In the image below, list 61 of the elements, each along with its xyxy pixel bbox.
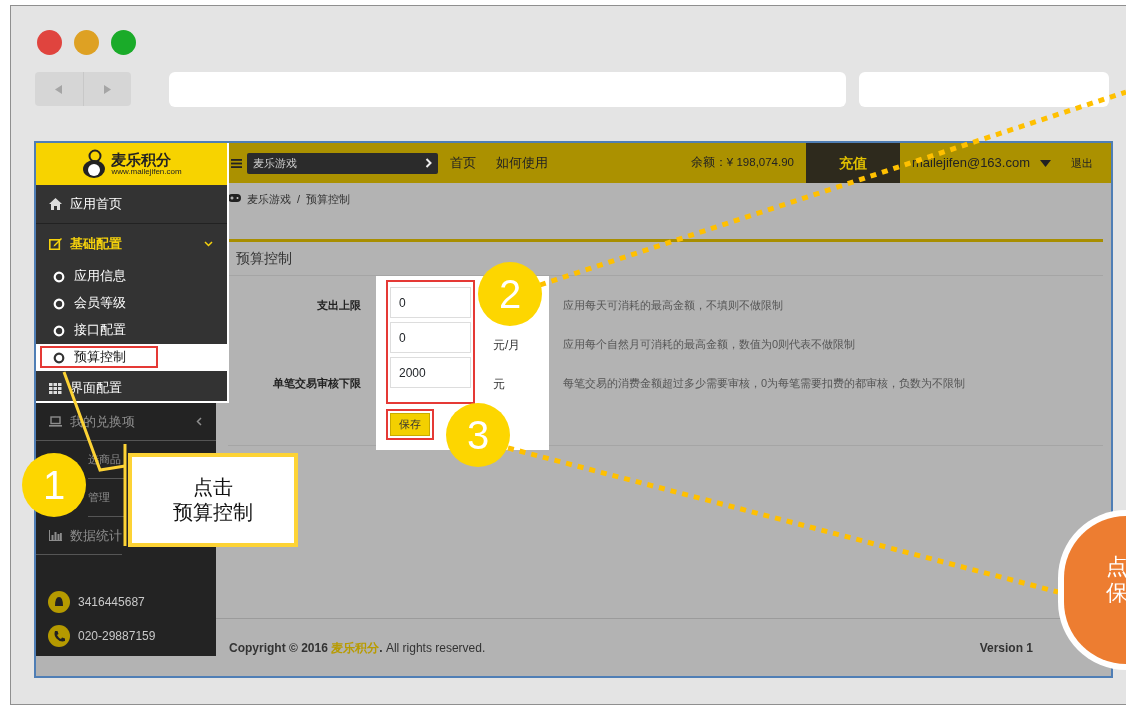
- sidebar-subitem[interactable]: 接口配置: [36, 317, 227, 344]
- field-label: 支出上限: [317, 299, 361, 311]
- search-bar[interactable]: [859, 71, 1109, 107]
- breadcrumb-item[interactable]: 麦乐游戏: [247, 191, 291, 208]
- input-field[interactable]: 0: [390, 287, 471, 318]
- logo-text: 麦乐积分: [111, 151, 172, 167]
- save-button[interactable]: 保存: [390, 413, 430, 436]
- breadcrumb-separator: /: [297, 192, 301, 207]
- field-hint: 应用每个自然月可消耗的最高金额，数值为0则代表不做限制: [563, 338, 856, 350]
- sidebar-item[interactable]: 应用首页: [36, 185, 227, 224]
- gamepad-icon: [228, 194, 241, 202]
- chevron-right-icon: [425, 158, 432, 168]
- breadcrumb-item: 预算控制: [306, 192, 351, 207]
- home-icon: [49, 197, 62, 211]
- traffic-light[interactable]: [37, 30, 62, 55]
- phone-icon: [48, 625, 70, 647]
- unit-label: 元/月: [493, 338, 521, 352]
- circle-icon: [53, 270, 65, 283]
- game-select[interactable]: 麦乐游戏: [247, 152, 438, 174]
- sidebar-subitem[interactable]: 会员等级: [36, 290, 227, 317]
- input-field[interactable]: 2000: [390, 357, 471, 388]
- field-label: 单笔交易审核下限: [273, 377, 361, 389]
- callout-text: 点击: [193, 475, 233, 500]
- nav-link[interactable]: 首页: [450, 153, 476, 173]
- traffic-light[interactable]: [111, 30, 136, 55]
- back-icon: [55, 84, 63, 94]
- caret-down-icon[interactable]: [1040, 159, 1051, 167]
- sidebar-item[interactable]: 界面配置: [36, 375, 227, 401]
- traffic-light[interactable]: [74, 30, 99, 55]
- laptop-icon: [49, 415, 62, 428]
- field-hint: 每笔交易的消费金额超过多少需要审核，0为每笔需要扣费的都审核，负数为不限制: [563, 377, 966, 389]
- grid-icon: [49, 381, 62, 395]
- logo-url: www.mailejifen.com: [111, 166, 182, 177]
- callout-text: 点: [1106, 554, 1126, 581]
- circle-icon: [53, 324, 65, 337]
- field-hint: 应用每天可消耗的最高金额，不填则不做限制: [563, 299, 783, 311]
- forward-icon: [103, 84, 111, 94]
- circle-icon: [53, 297, 65, 310]
- callout-text: 预算控制: [173, 500, 253, 525]
- sidebar-item[interactable]: 数据统计: [36, 517, 122, 555]
- sidebar-item[interactable]: 基础配置: [36, 224, 227, 263]
- sidebar-item[interactable]: 管理: [88, 479, 124, 517]
- version-text: Version 1: [979, 639, 1033, 657]
- unit-label: 元: [493, 377, 505, 391]
- phone-number: 020-29887159: [78, 628, 156, 645]
- logout-link[interactable]: 退出: [1071, 154, 1093, 172]
- edit-icon: [49, 237, 62, 250]
- input-field[interactable]: 0: [390, 322, 471, 353]
- menu-icon[interactable]: [231, 158, 242, 168]
- circle-icon: [53, 351, 65, 364]
- address-bar[interactable]: [169, 71, 846, 107]
- copyright-text: Copyright © 2016 麦乐积分. All rights reserved.: [229, 639, 486, 657]
- account-email[interactable]: mailejifen@163.com: [912, 153, 1030, 173]
- bar-chart-icon: [49, 529, 62, 542]
- sidebar-subitem[interactable]: 预算控制: [36, 344, 227, 371]
- qq-number: 3416445687: [78, 594, 145, 611]
- nav-link[interactable]: 如何使用: [496, 153, 548, 173]
- bell-icon: [48, 591, 70, 613]
- sidebar-subitem[interactable]: 应用信息: [36, 263, 227, 290]
- recharge-button[interactable]: 充值: [806, 143, 900, 183]
- balance-text: 余额：¥ 198,074.90: [690, 155, 794, 171]
